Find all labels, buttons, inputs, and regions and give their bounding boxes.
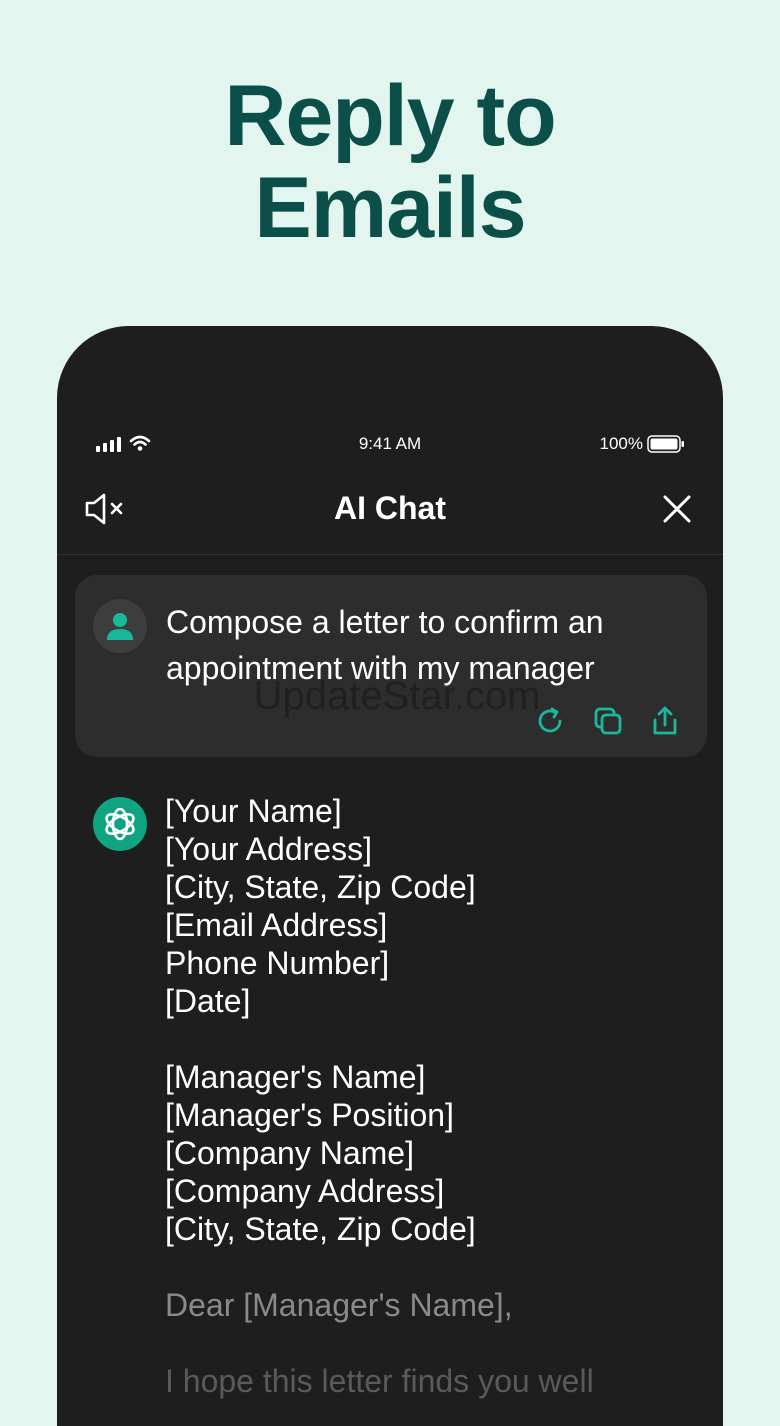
- watermark: UpdateStar.com: [253, 674, 541, 718]
- battery-percent: 100%: [599, 434, 643, 453]
- assistant-blank-line: [165, 1020, 685, 1058]
- headline-line-2: Emails: [254, 160, 526, 256]
- assistant-line: [City, State, Zip Code]: [165, 1211, 476, 1247]
- copy-icon[interactable]: [592, 705, 624, 737]
- assistant-line: [Your Address]: [165, 831, 372, 867]
- assistant-line: [Company Name]: [165, 1135, 414, 1171]
- user-avatar-icon: [93, 599, 147, 653]
- headline-line-1: Reply to: [224, 68, 556, 164]
- assistant-line: [Manager's Position]: [165, 1097, 454, 1133]
- ai-logo-icon: [93, 797, 147, 851]
- assistant-message-text: [Your Name] [Your Address] [City, State,…: [165, 792, 685, 1400]
- assistant-blank-line: [165, 1248, 685, 1286]
- user-message-card: Compose a letter to confirm an appointme…: [75, 575, 707, 757]
- headline: Reply to Emails: [0, 70, 780, 254]
- assistant-line: Dear [Manager's Name],: [165, 1287, 513, 1323]
- assistant-line: [Company Address]: [165, 1173, 445, 1209]
- battery-icon: [647, 435, 684, 453]
- assistant-line: [Manager's Name]: [165, 1059, 426, 1095]
- assistant-line: I hope this letter finds you well: [165, 1363, 594, 1399]
- phone-frame: 9:41 AM 100% AI Chat Compose a letter to…: [57, 326, 723, 1426]
- assistant-line: [City, State, Zip Code]: [165, 869, 476, 905]
- assistant-line: Phone Number]: [165, 945, 390, 981]
- close-icon[interactable]: [661, 493, 693, 525]
- status-bar: 9:41 AM 100%: [57, 432, 723, 456]
- assistant-line: [Email Address]: [165, 907, 388, 943]
- assistant-line: [Date]: [165, 983, 251, 1019]
- nav-bar: AI Chat: [57, 476, 723, 555]
- share-icon[interactable]: [649, 705, 681, 737]
- page-title: AI Chat: [334, 490, 446, 526]
- assistant-line: [Your Name]: [165, 793, 342, 829]
- assistant-blank-line: [165, 1324, 685, 1362]
